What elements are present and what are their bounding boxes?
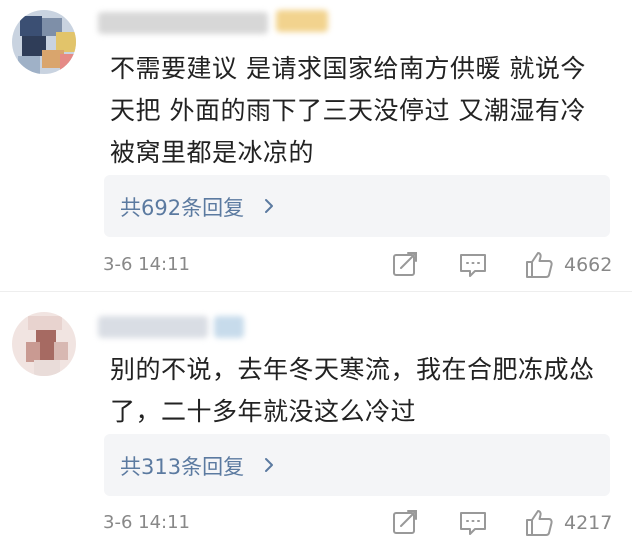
- thumbs-up-icon[interactable]: [524, 508, 554, 538]
- comment-text-line: 别的不说，去年冬天寒流，我在合肥冻成怂: [110, 355, 595, 384]
- avatar[interactable]: [12, 312, 76, 376]
- share-icon[interactable]: [390, 508, 420, 538]
- comment-item: 不需要建议 是请求国家给南方供暖 就说今 天把 外面的雨下了三天没停过 又潮湿有…: [0, 0, 632, 292]
- comment-item: 别的不说，去年冬天寒流，我在合肥冻成怂 了，二十多年就没这么冷过 共313条回复…: [0, 292, 632, 548]
- comment-meta: 3-6 14:11 4217: [0, 504, 632, 544]
- user-badge: [276, 10, 328, 32]
- view-replies-button[interactable]: 共313条回复: [104, 434, 610, 496]
- thumbs-up-icon[interactable]: [524, 250, 554, 280]
- timestamp: 3-6 14:11: [103, 254, 190, 275]
- timestamp: 3-6 14:11: [103, 512, 190, 533]
- like-count: 4217: [564, 512, 613, 534]
- comment-meta: 3-6 14:11 4662: [0, 246, 632, 286]
- comment-text: 不需要建议 是请求国家给南方供暖 就说今 天把 外面的雨下了三天没停过 又潮湿有…: [110, 48, 618, 174]
- comment-text-line: 天把 外面的雨下了三天没停过 又潮湿有冷: [110, 96, 586, 125]
- comment-icon[interactable]: [458, 250, 488, 280]
- share-icon[interactable]: [390, 250, 420, 280]
- username[interactable]: [98, 316, 208, 338]
- comment-text-line: 不需要建议 是请求国家给南方供暖 就说今: [110, 54, 586, 83]
- comment-icon[interactable]: [458, 508, 488, 538]
- chevron-right-icon: [265, 199, 273, 213]
- avatar[interactable]: [12, 10, 76, 74]
- replies-count-label: 共692条回复: [120, 196, 245, 220]
- username[interactable]: [98, 12, 268, 34]
- replies-count-label: 共313条回复: [120, 455, 245, 479]
- like-count: 4662: [564, 254, 613, 276]
- comment-text-line: 了，二十多年就没这么冷过: [110, 397, 417, 426]
- comment-text-line: 被窝里都是冰凉的: [110, 138, 315, 167]
- view-replies-button[interactable]: 共692条回复: [104, 175, 610, 237]
- chevron-right-icon: [265, 458, 273, 472]
- user-badge: [214, 316, 244, 338]
- comment-text: 别的不说，去年冬天寒流，我在合肥冻成怂 了，二十多年就没这么冷过: [110, 349, 618, 433]
